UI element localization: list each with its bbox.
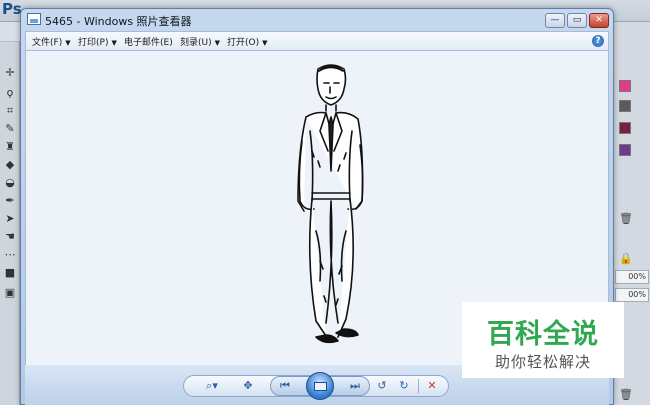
chevron-down-icon: ▼	[111, 39, 117, 47]
trash-icon[interactable]: 🗑	[619, 212, 633, 225]
menu-print[interactable]: 打印(P) ▼	[78, 35, 117, 48]
chevron-down-icon: ▼	[262, 39, 268, 47]
menu-bar: 文件(F) ▼ 打印(P) ▼ 电子邮件(E) 刻录(U) ▼ 打开(O) ▼ ?	[25, 31, 609, 51]
more-tools-icon[interactable]: ⋯	[3, 248, 17, 262]
tools-panel: ✛ ϙ ⌗ ✎ ♜ ◆ ◒ ✒ ➤ ☚ ⋯ ■ ▣	[0, 42, 20, 405]
next-button[interactable]: ⏭	[345, 377, 365, 395]
close-button[interactable]: ✕	[589, 13, 609, 28]
color-tool-icon[interactable]: ■	[3, 266, 17, 280]
chevron-down-icon: ▼	[65, 39, 71, 47]
opacity-field[interactable]: 00%	[615, 270, 649, 284]
rotate-counterclockwise-button[interactable]: ↺	[374, 377, 390, 395]
lasso-tool-icon[interactable]: ϙ	[3, 86, 17, 100]
menu-file[interactable]: 文件(F) ▼	[32, 35, 71, 48]
delete-button[interactable]: ✕	[424, 377, 440, 395]
previous-button[interactable]: ⏮	[275, 377, 295, 395]
blur-tool-icon[interactable]: ◒	[3, 176, 17, 190]
zoom-button[interactable]: ⌕▾	[201, 377, 223, 395]
eraser-tool-icon[interactable]: ◆	[3, 158, 17, 172]
man-in-suit-sketch-image	[297, 64, 364, 344]
rotate-clockwise-button[interactable]: ↻	[396, 377, 412, 395]
swatch-red[interactable]	[619, 122, 631, 134]
menu-burn[interactable]: 刻录(U) ▼	[180, 35, 220, 48]
fill-field[interactable]: 00%	[615, 288, 649, 302]
watermark: 百科全说 助你轻松解决	[462, 302, 624, 378]
swatch-magenta[interactable]	[619, 80, 631, 92]
stamp-tool-icon[interactable]: ♜	[3, 140, 17, 154]
brush-tool-icon[interactable]: ✎	[3, 122, 17, 136]
menu-email[interactable]: 电子邮件(E)	[124, 35, 173, 48]
toolbar-separator	[418, 379, 419, 393]
slideshow-button[interactable]	[306, 372, 334, 400]
chevron-down-icon: ▼	[214, 39, 221, 47]
menu-open[interactable]: 打开(O) ▼	[227, 35, 268, 48]
minimize-button[interactable]: —	[545, 13, 565, 28]
slideshow-icon	[314, 382, 327, 391]
crop-tool-icon[interactable]: ⌗	[3, 104, 17, 118]
swatch-gray[interactable]	[619, 100, 631, 112]
photoshop-logo: Ps	[2, 0, 22, 18]
actual-size-button[interactable]: ✥	[238, 377, 258, 395]
title-bar[interactable]: 5465 - Windows 照片查看器 — ▭ ✕	[21, 9, 613, 31]
photo-viewer-app-icon	[27, 13, 41, 25]
hand-tool-icon[interactable]: ☚	[3, 230, 17, 244]
swatch-purple[interactable]	[619, 144, 631, 156]
maximize-button[interactable]: ▭	[567, 13, 587, 28]
select-tool-icon[interactable]: ➤	[3, 212, 17, 226]
help-icon[interactable]: ?	[592, 35, 604, 47]
screen-mode-icon[interactable]: ▣	[3, 286, 17, 300]
lock-icon[interactable]: 🔒	[619, 252, 633, 265]
watermark-title: 百科全说	[487, 319, 599, 350]
watermark-subtitle: 助你轻松解决	[494, 353, 591, 371]
trash-icon-bottom[interactable]: 🗑	[619, 388, 633, 401]
window-title: 5465 - Windows 照片查看器	[45, 15, 192, 28]
move-tool-icon[interactable]: ✛	[3, 66, 17, 80]
pen-tool-icon[interactable]: ✒	[3, 194, 17, 208]
